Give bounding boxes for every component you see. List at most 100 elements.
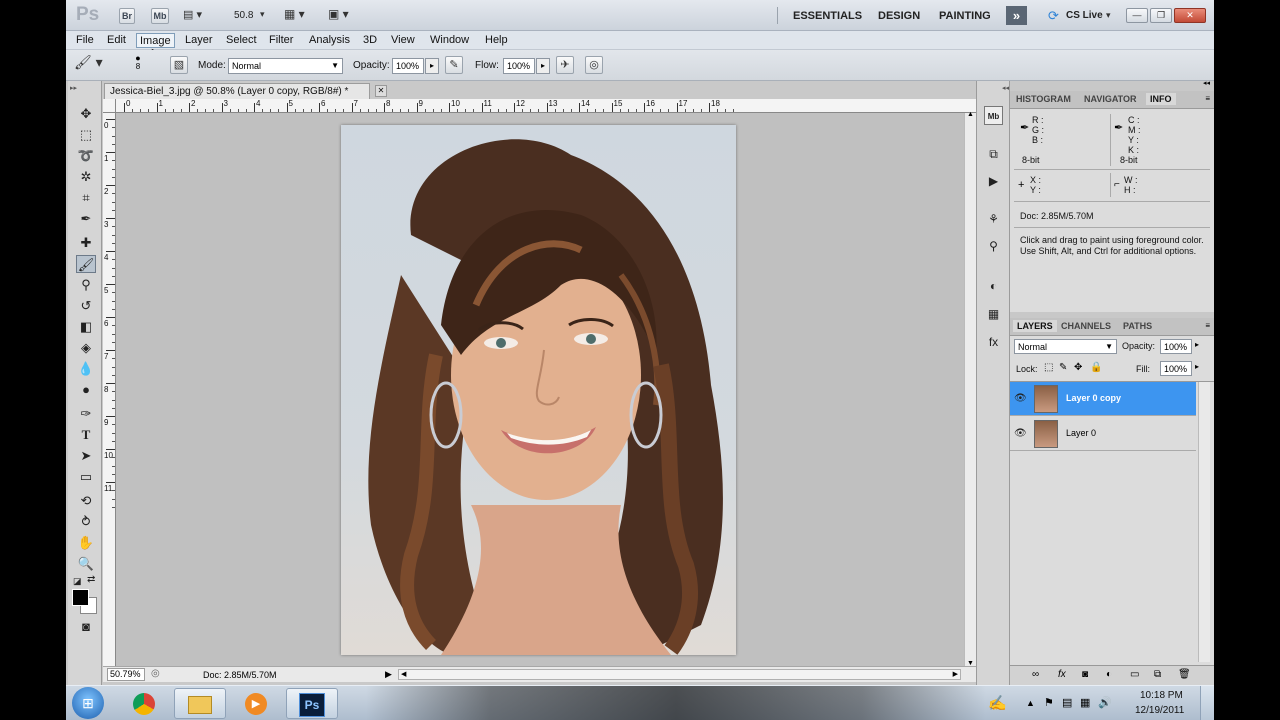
show-hidden-icons-icon[interactable]: ▲ xyxy=(1026,698,1035,708)
bridge-button[interactable]: Br xyxy=(119,8,135,24)
volume-icon[interactable]: 🔊 xyxy=(1098,696,1112,709)
actions-dock-icon[interactable]: ▶ xyxy=(984,172,1003,191)
layer-row-layer-0[interactable]: 👁 Layer 0 xyxy=(1010,417,1196,451)
blend-mode-select[interactable]: Normal ▼ xyxy=(1014,339,1117,354)
minimize-icon[interactable]: — xyxy=(1126,8,1148,23)
marquee-tool-icon[interactable]: ⬚ xyxy=(76,126,96,144)
menu-analysis[interactable]: Analysis xyxy=(306,33,353,48)
double-chevron-icon[interactable]: » xyxy=(1006,6,1027,25)
type-tool-icon[interactable]: T xyxy=(76,426,96,444)
lock-pixels-icon[interactable]: ✎ xyxy=(1059,362,1067,373)
brush-size-picker[interactable]: ● 8 xyxy=(128,54,148,76)
status-info-icon[interactable]: ◎ xyxy=(151,667,160,681)
document-tab[interactable]: Jessica-Biel_3.jpg @ 50.8% (Layer 0 copy… xyxy=(104,83,387,99)
opacity-slider-icon[interactable]: ▸ xyxy=(425,58,439,74)
path-select-tool-icon[interactable]: ➤ xyxy=(76,447,96,465)
quick-select-tool-icon[interactable]: ✲ xyxy=(76,168,96,186)
layer-style-icon[interactable]: fx xyxy=(1058,669,1066,680)
fill-input[interactable]: 100% xyxy=(1160,361,1192,376)
clone-stamp-tool-icon[interactable]: ⚲ xyxy=(76,276,96,294)
mode-select[interactable]: Normal ▼ xyxy=(228,58,343,74)
mini-bridge-dock-icon[interactable]: Mb xyxy=(984,106,1003,125)
panel-menu-icon[interactable]: ≡ xyxy=(1205,94,1210,103)
canvas-area[interactable] xyxy=(116,113,976,666)
close-document-icon[interactable]: ✕ xyxy=(375,85,387,97)
vertical-scrollbar[interactable]: ▲ ▼ xyxy=(964,111,976,667)
media-player-taskbar-icon[interactable]: ▶ xyxy=(230,688,282,719)
photoshop-taskbar-icon[interactable]: Ps xyxy=(286,688,338,719)
tab-histogram[interactable]: HISTOGRAM xyxy=(1016,94,1071,104)
adjustments-dock-icon[interactable]: ◐ xyxy=(984,277,1003,296)
chrome-taskbar-icon[interactable] xyxy=(118,688,170,719)
default-colors-icon[interactable]: ◪ xyxy=(73,576,82,587)
pressure-opacity-icon[interactable]: ✎ xyxy=(445,56,463,74)
zoom-level[interactable]: 50.8 xyxy=(234,10,253,21)
menu-view[interactable]: View xyxy=(388,33,418,48)
start-button-icon[interactable]: ⊞ xyxy=(72,687,104,719)
layer-name[interactable]: Layer 0 xyxy=(1066,428,1096,438)
arrange-documents-icon[interactable]: ▦ ▾ xyxy=(284,7,314,22)
workspace-essentials[interactable]: ESSENTIALS xyxy=(793,10,862,22)
menu-file[interactable]: File xyxy=(73,33,97,48)
tab-navigator[interactable]: NAVIGATOR xyxy=(1084,94,1137,104)
network-icon[interactable]: ▦ xyxy=(1080,696,1090,709)
clock-date[interactable]: 12/19/2011 xyxy=(1135,705,1184,716)
expand-panels-icon[interactable]: ◂◂ xyxy=(979,84,1009,92)
lasso-tool-icon[interactable]: ➰ xyxy=(76,147,96,165)
quick-mask-icon[interactable]: ◙ xyxy=(76,618,96,636)
new-group-icon[interactable]: ▭ xyxy=(1130,669,1139,680)
delete-layer-icon[interactable]: 🗑 xyxy=(1178,669,1191,680)
opacity-input[interactable]: 100% xyxy=(392,58,424,74)
history-brush-tool-icon[interactable]: ↺ xyxy=(76,297,96,315)
layer-name[interactable]: Layer 0 copy xyxy=(1066,393,1121,403)
healing-brush-tool-icon[interactable]: ✚ xyxy=(76,234,96,252)
clone-source-dock-icon[interactable]: ⚲ xyxy=(984,237,1003,256)
3d-orbit-tool-icon[interactable]: ⥁ xyxy=(76,513,96,531)
brush-preset-icon[interactable]: 🖌 ▾ xyxy=(74,54,114,76)
workspace-design[interactable]: DESIGN xyxy=(878,10,920,22)
status-menu-icon[interactable]: ▶ xyxy=(385,667,392,681)
paint-bucket-tool-icon[interactable]: ◈ xyxy=(76,339,96,357)
history-dock-icon[interactable]: ⧉ xyxy=(984,145,1003,164)
screen-mode-icon[interactable]: ▣ ▾ xyxy=(328,7,358,22)
restore-icon[interactable]: ❐ xyxy=(1150,8,1172,23)
blur-tool-icon[interactable]: 💧 xyxy=(76,360,96,378)
shape-tool-icon[interactable]: ▭ xyxy=(76,468,96,486)
scroll-left-icon[interactable]: ◀ xyxy=(401,668,406,682)
horizontal-scrollbar[interactable]: ◀ ▶ xyxy=(398,669,961,680)
foreground-color-swatch[interactable] xyxy=(72,589,89,606)
close-icon[interactable]: ✕ xyxy=(1174,8,1206,23)
layer-opacity-input[interactable]: 100% xyxy=(1160,339,1192,354)
mini-bridge-button[interactable]: Mb xyxy=(151,8,169,24)
airbrush-icon[interactable]: ✈ xyxy=(556,56,574,74)
swap-colors-icon[interactable]: ⇄ xyxy=(87,574,95,585)
pen-tool-icon[interactable]: ✑ xyxy=(76,405,96,423)
layer-mask-icon[interactable]: ◙ xyxy=(1082,669,1088,680)
vertical-ruler[interactable]: 0 1 2 3 4 5 6 7 8 9 10 11 xyxy=(103,113,116,666)
zoom-tool-icon[interactable]: 🔍 xyxy=(76,555,96,573)
dodge-tool-icon[interactable]: ● xyxy=(76,381,96,399)
menu-edit[interactable]: Edit xyxy=(104,33,129,48)
workspace-painting[interactable]: PAINTING xyxy=(939,10,991,22)
scroll-up-icon[interactable]: ▲ xyxy=(967,111,974,118)
ruler-origin[interactable] xyxy=(103,99,116,113)
pressure-size-icon[interactable]: ◎ xyxy=(585,56,603,74)
cs-live-button[interactable]: CS Live xyxy=(1066,10,1103,21)
horizontal-ruler[interactable]: 0 1 2 3 4 5 6 7 8 9 10 11 12 13 14 15 16 17 18 xyxy=(116,99,976,113)
brush-tool-icon[interactable]: 🖌 xyxy=(76,255,96,273)
layer-row-layer-0-copy[interactable]: 👁 Layer 0 copy xyxy=(1010,382,1196,416)
show-desktop-button[interactable] xyxy=(1200,686,1214,720)
new-layer-icon[interactable]: ⧉ xyxy=(1154,669,1161,680)
action-center-icon[interactable]: ⚑ xyxy=(1044,696,1054,709)
layers-scrollbar[interactable] xyxy=(1198,382,1210,662)
visibility-eye-icon[interactable]: 👁 xyxy=(1014,393,1027,404)
lock-all-icon[interactable]: 🔒 xyxy=(1090,362,1102,373)
styles-dock-icon[interactable]: ▦ xyxy=(984,305,1003,324)
clock-time[interactable]: 10:18 PM xyxy=(1140,690,1183,701)
fill-slider-icon[interactable]: ▸ xyxy=(1195,362,1199,371)
brush-panel-icon[interactable]: ▧ xyxy=(170,56,188,74)
menu-3d[interactable]: 3D xyxy=(360,33,380,48)
lock-position-icon[interactable]: ✥ xyxy=(1074,362,1082,373)
hand-tool-icon[interactable]: ✋ xyxy=(76,534,96,552)
document-photo[interactable] xyxy=(341,125,736,655)
